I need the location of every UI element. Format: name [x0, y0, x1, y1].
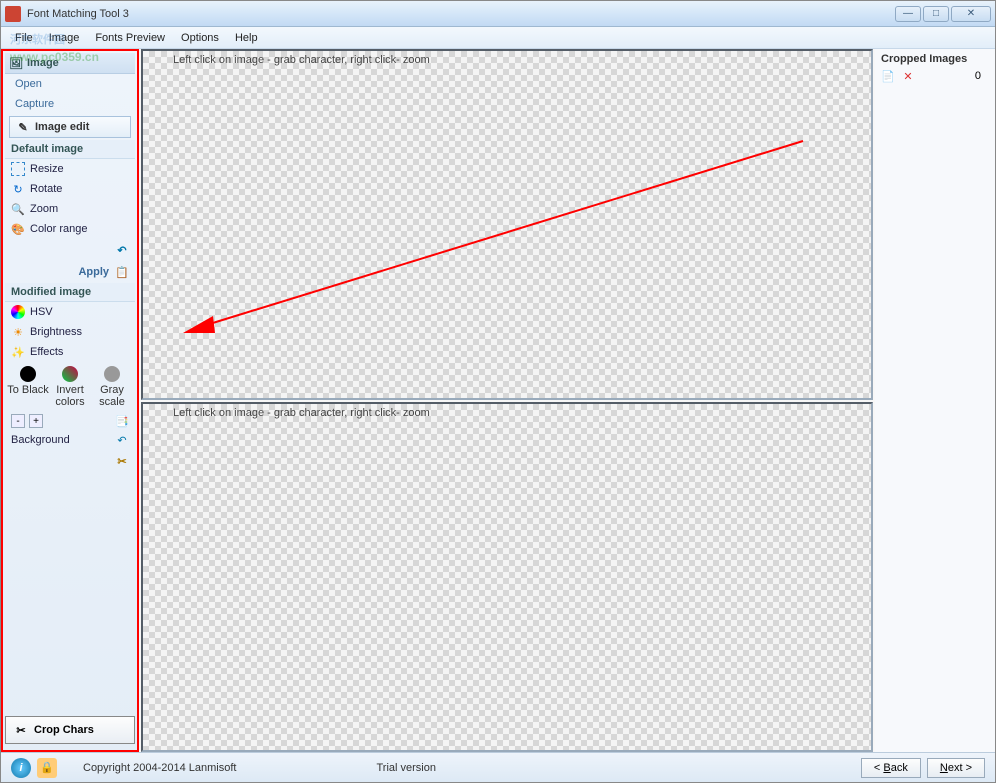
- undo-row-1: ↶: [5, 239, 135, 261]
- nav-buttons: < Back Next >: [861, 758, 985, 778]
- to-black-label: To Black: [7, 384, 49, 396]
- window-controls: — □ ✕: [895, 6, 991, 22]
- upper-canvas[interactable]: Left click on image - grab character, ri…: [141, 49, 873, 400]
- to-black-icon: [20, 366, 36, 382]
- menu-image[interactable]: Image: [41, 29, 88, 47]
- image-edit-label: Image edit: [35, 121, 89, 133]
- menubar: File Image Fonts Preview Options Help: [1, 27, 995, 49]
- next-button[interactable]: Next >: [927, 758, 985, 778]
- tool-color-range[interactable]: 🎨 Color range: [5, 219, 135, 239]
- plus-minus-row: - + 📑: [5, 412, 135, 430]
- color-range-label: Color range: [30, 223, 87, 235]
- background-row: Background ↶: [5, 430, 135, 450]
- tool-hsv[interactable]: HSV: [5, 302, 135, 322]
- rotate-label: Rotate: [30, 183, 62, 195]
- effects-icon: ✨: [11, 345, 25, 359]
- trial-text: Trial version: [376, 762, 436, 774]
- brightness-label: Brightness: [30, 326, 82, 338]
- info-icon[interactable]: i: [11, 758, 31, 778]
- delete-cropped-icon[interactable]: ✕: [901, 69, 915, 83]
- tool-rotate[interactable]: ↻ Rotate: [5, 179, 135, 199]
- crop-chars-label: Crop Chars: [34, 724, 94, 736]
- titlebar: Font Matching Tool 3 — □ ✕: [1, 1, 995, 27]
- minimize-button[interactable]: —: [895, 6, 921, 22]
- hsv-icon: [11, 305, 25, 319]
- close-button[interactable]: ✕: [951, 6, 991, 22]
- modified-image-header: Modified image: [5, 283, 135, 302]
- apply-label: Apply: [78, 266, 109, 278]
- checker-bg: [143, 51, 871, 398]
- copyright-text: Copyright 2004-2014 Lanmisoft: [83, 762, 236, 774]
- default-image-header: Default image: [5, 140, 135, 159]
- plus-button[interactable]: +: [29, 414, 43, 428]
- crop-icon-row: ✂: [5, 450, 135, 472]
- invert-label: Invert colors: [55, 384, 84, 408]
- tool-effects[interactable]: ✨ Effects: [5, 342, 135, 362]
- crop-icon[interactable]: ✂: [115, 454, 129, 468]
- crop-chars-button[interactable]: ✂ Crop Chars: [5, 716, 135, 744]
- tool-zoom[interactable]: 🔍 Zoom: [5, 199, 135, 219]
- hsv-label: HSV: [30, 306, 53, 318]
- grayscale-button[interactable]: Gray scale: [91, 366, 133, 408]
- lock-icon[interactable]: 🔒: [37, 758, 57, 778]
- upper-canvas-hint: Left click on image - grab character, ri…: [173, 54, 430, 66]
- minus-button[interactable]: -: [11, 414, 25, 428]
- undo-icon[interactable]: ↶: [115, 243, 129, 257]
- cropped-images-panel: Cropped Images 📄 ✕ 0: [875, 49, 995, 752]
- crop-chars-icon: ✂: [14, 723, 28, 737]
- resize-label: Resize: [30, 163, 64, 175]
- back-rest: ack: [891, 762, 908, 774]
- menu-help[interactable]: Help: [227, 29, 266, 47]
- window-title: Font Matching Tool 3: [27, 8, 895, 20]
- tool-brightness[interactable]: ☀ Brightness: [5, 322, 135, 342]
- sidebar-image-header: 🖼 Image: [5, 53, 135, 74]
- resize-icon: [11, 162, 25, 176]
- center-panel: Left click on image - grab character, ri…: [139, 49, 875, 752]
- brightness-icon: ☀: [11, 325, 25, 339]
- next-rest: ext: [948, 762, 963, 774]
- menu-file[interactable]: File: [7, 29, 41, 47]
- menu-options[interactable]: Options: [173, 29, 227, 47]
- cropped-count: 0: [975, 70, 989, 82]
- undo-icon-2[interactable]: ↶: [115, 433, 129, 447]
- zoom-icon: 🔍: [11, 202, 25, 216]
- rotate-icon: ↻: [11, 182, 25, 196]
- footer: i 🔒 Copyright 2004-2014 Lanmisoft Trial …: [1, 752, 995, 782]
- lower-canvas-hint: Left click on image - grab character, ri…: [173, 407, 430, 419]
- cropped-images-title: Cropped Images: [881, 53, 989, 65]
- background-label: Background: [11, 434, 70, 446]
- apply-row[interactable]: Apply 📋: [5, 261, 135, 283]
- back-button[interactable]: < Back: [861, 758, 921, 778]
- invert-icon: [62, 366, 78, 382]
- add-cropped-icon[interactable]: 📄: [881, 69, 895, 83]
- maximize-button[interactable]: □: [923, 6, 949, 22]
- color-tools: To Black Invert colors Gray scale: [5, 362, 135, 412]
- app-icon: [5, 6, 21, 22]
- edit-icon: ✎: [16, 120, 30, 134]
- to-black-button[interactable]: To Black: [7, 366, 49, 408]
- grayscale-icon: [104, 366, 120, 382]
- menu-fonts-preview[interactable]: Fonts Preview: [87, 29, 173, 47]
- main-area: 🖼 Image Open Capture ✎ Image edit Defaul…: [1, 49, 995, 752]
- invert-button[interactable]: Invert colors: [49, 366, 91, 408]
- tool-resize[interactable]: Resize: [5, 159, 135, 179]
- checker-bg-2: [143, 404, 871, 751]
- copy-down-icon[interactable]: 📑: [115, 414, 129, 428]
- lower-canvas[interactable]: Left click on image - grab character, ri…: [141, 402, 873, 753]
- zoom-label: Zoom: [30, 203, 58, 215]
- effects-label: Effects: [30, 346, 63, 358]
- sidebar-image-edit[interactable]: ✎ Image edit: [9, 116, 131, 138]
- color-range-icon: 🎨: [11, 222, 25, 236]
- cropped-toolbar: 📄 ✕ 0: [881, 69, 989, 83]
- sidebar: 🖼 Image Open Capture ✎ Image edit Defaul…: [1, 49, 139, 752]
- next-label: N: [940, 762, 948, 774]
- sidebar-open[interactable]: Open: [5, 74, 135, 94]
- sidebar-capture[interactable]: Capture: [5, 94, 135, 114]
- back-label: B: [883, 762, 890, 774]
- image-icon: 🖼: [9, 56, 23, 70]
- sidebar-image-label: Image: [27, 57, 59, 69]
- grayscale-label: Gray scale: [99, 384, 125, 408]
- apply-icon: 📋: [115, 265, 129, 279]
